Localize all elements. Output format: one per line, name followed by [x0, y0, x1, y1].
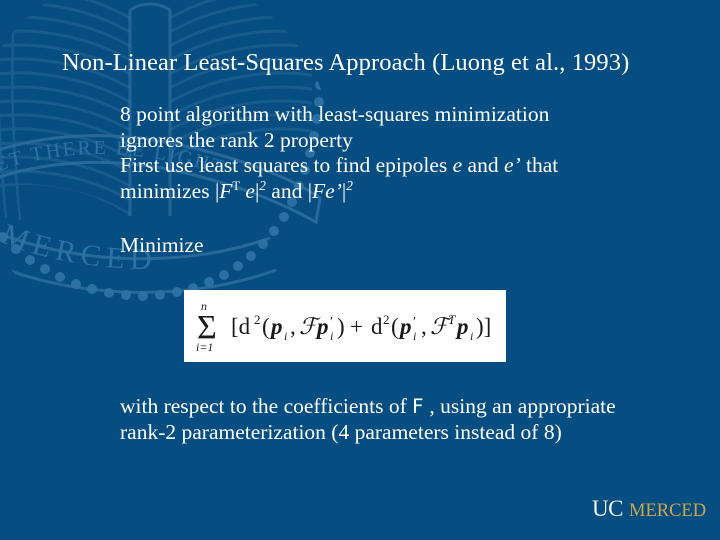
sum-lower-limit: i=1: [196, 340, 213, 354]
formula-glyphs: n Σ i=1 [d 2 ( p i , ℱ p ′ i ) + d 2 ( p: [196, 299, 491, 354]
svg-text:p: p: [269, 314, 283, 339]
svg-text:i: i: [413, 329, 416, 343]
svg-text:)]: )]: [476, 314, 491, 339]
F-e-prime-symbol: Fe’: [312, 178, 342, 203]
body-paragraph-tail: with respect to the coefficients of F , …: [120, 394, 650, 445]
svg-text:d: d: [371, 314, 383, 339]
svg-text:,: ,: [290, 314, 296, 339]
minimize-label: Minimize: [120, 233, 204, 257]
square-superscript-2: 2: [346, 177, 353, 193]
body-line-2: ignores the rank 2 property: [120, 127, 353, 152]
svg-text:+: +: [350, 314, 363, 339]
svg-text:T: T: [448, 312, 456, 327]
body-line-3-text-c: that: [520, 153, 559, 178]
slide-canvas: A LET THERE BE LIGHT MERCED: [0, 0, 720, 540]
svg-text:): ): [337, 314, 345, 339]
square-superscript-1: 2: [259, 177, 266, 193]
svg-text:(: (: [391, 314, 399, 339]
formula-image: n Σ i=1 [d 2 ( p i , ℱ p ′ i ) + d 2 ( p: [184, 290, 506, 362]
svg-text:p: p: [315, 314, 329, 339]
svg-text:2: 2: [383, 312, 390, 327]
uc-merced-logo: UC MERCED: [592, 494, 710, 524]
body-line-4: minimizes |FT e|2 and |Fe’|2: [120, 177, 660, 205]
svg-text:′: ′: [330, 315, 333, 330]
slide-title: Non-Linear Least-Squares Approach (Luong…: [62, 49, 630, 76]
svg-text:i: i: [470, 329, 473, 343]
transpose-superscript: T: [232, 178, 241, 193]
body-line-3: First use least squares to find epipoles…: [120, 153, 660, 179]
body-paragraph-main: 8 point algorithm with least-squares min…: [120, 102, 660, 204]
logo-uc-text: UC: [592, 496, 623, 521]
svg-text:p: p: [398, 314, 412, 339]
epipole-e-prime-symbol: e’: [503, 153, 521, 178]
svg-text:′: ′: [413, 315, 416, 330]
matrix-F-symbol: F: [219, 178, 233, 203]
body-line-3-text-a: First use least squares to find epipoles: [120, 153, 453, 178]
body-line-3-text-b: and: [462, 153, 504, 178]
body-line-4-text-and: and |: [265, 178, 313, 203]
body-line-1: 8 point algorithm with least-squares min…: [120, 102, 550, 126]
logo-merced-text: MERCED: [629, 501, 706, 521]
svg-text:i: i: [284, 329, 287, 343]
svg-text:2: 2: [254, 312, 261, 327]
body-line-4-text-a: minimizes |: [120, 178, 220, 203]
svg-text:i: i: [330, 329, 333, 343]
tail-text-a: with respect to the coefficients of: [120, 394, 413, 418]
svg-text:[d: [d: [231, 314, 251, 339]
svg-text:,: ,: [421, 314, 427, 339]
coefficient-F-symbol: F: [412, 395, 425, 418]
epipole-e-symbol-2: e: [245, 178, 255, 203]
svg-text:(: (: [262, 314, 270, 339]
svg-text:p: p: [455, 314, 469, 339]
epipole-e-symbol: e: [452, 153, 463, 178]
